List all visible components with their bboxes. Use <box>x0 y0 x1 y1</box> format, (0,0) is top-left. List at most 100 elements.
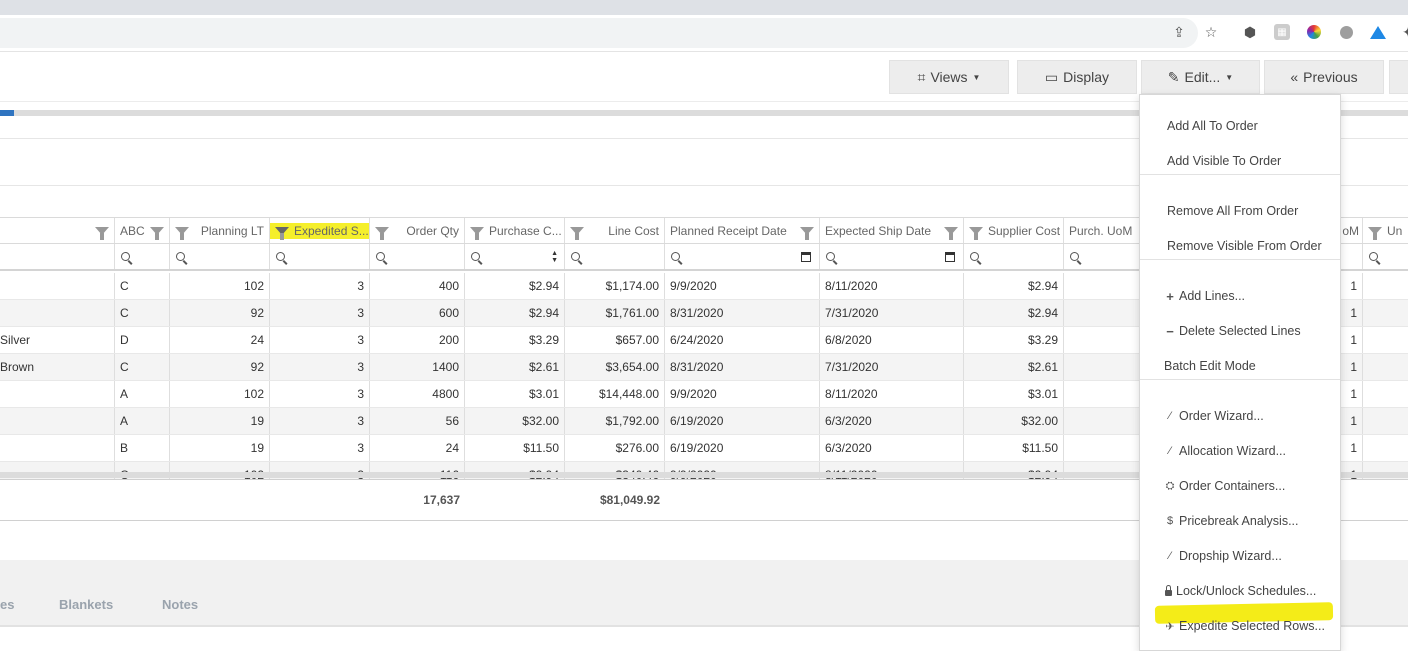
google-drive-icon[interactable] <box>1370 24 1386 40</box>
cell-line-cost[interactable]: $14,448.00 <box>565 381 665 407</box>
color-wheel-icon[interactable] <box>1306 24 1322 40</box>
spinner-icon[interactable]: ▲ ▼ <box>551 250 558 264</box>
cell-uom[interactable]: 1 <box>1341 354 1363 380</box>
cell-abc[interactable]: C <box>115 354 170 380</box>
filter-icon[interactable] <box>470 226 484 240</box>
header-planning-lt[interactable]: Planning LT <box>170 218 270 243</box>
cell-purchase-cost[interactable]: $2.94 <box>465 273 565 299</box>
cell-abc[interactable]: A <box>115 381 170 407</box>
cell-purchase-cost[interactable]: $3.01 <box>465 381 565 407</box>
address-bar[interactable] <box>0 18 1198 48</box>
header-expected-ship[interactable]: Expected Ship Date <box>820 218 964 243</box>
header-expedited[interactable]: Expedited S... <box>270 218 370 243</box>
cell-supplier-cost[interactable]: $32.00 <box>964 408 1064 434</box>
header-uom[interactable]: oM <box>1341 218 1363 243</box>
share-icon[interactable]: ⇪ <box>1171 24 1187 40</box>
filter-cell[interactable] <box>820 244 964 269</box>
filter-cell[interactable] <box>370 244 465 269</box>
tab-blankets[interactable]: Blankets <box>59 597 113 612</box>
cell-uom[interactable]: 1 <box>1341 435 1363 461</box>
filter-icon[interactable] <box>150 226 164 240</box>
previous-button[interactable]: « Previous <box>1264 60 1384 94</box>
menu-item-delete-selected-lines[interactable]: − Delete Selected Lines <box>1140 319 1340 343</box>
tab-partial[interactable]: es <box>0 597 14 612</box>
cell-order-qty[interactable]: 24 <box>370 435 465 461</box>
cell-description[interactable] <box>0 300 115 326</box>
header-order-qty[interactable]: Order Qty <box>370 218 465 243</box>
cell-purchase-cost[interactable]: $32.00 <box>465 408 565 434</box>
menu-item-batch-edit-mode[interactable]: Batch Edit Mode <box>1140 354 1340 378</box>
cell-supplier-cost[interactable]: $11.50 <box>964 435 1064 461</box>
extension-gear-icon[interactable]: ⬢ <box>1242 24 1258 40</box>
filter-icon[interactable] <box>375 226 389 240</box>
cell-uom[interactable]: 1 <box>1341 381 1363 407</box>
cell-planned-receipt[interactable]: 6/19/2020 <box>665 435 820 461</box>
cell-purchase-cost[interactable]: $3.29 <box>465 327 565 353</box>
filter-cell[interactable] <box>1341 244 1363 269</box>
cell-purchase-cost[interactable]: $11.50 <box>465 435 565 461</box>
cell-uom[interactable]: 1 <box>1341 273 1363 299</box>
header-purchase-cost[interactable]: Purchase C... <box>465 218 565 243</box>
cell-purchase-cost[interactable]: $2.61 <box>465 354 565 380</box>
filter-cell[interactable] <box>1064 244 1140 269</box>
menu-item-add-lines[interactable]: + Add Lines... <box>1140 284 1340 308</box>
cell-unit[interactable] <box>1363 300 1408 326</box>
menu-item-pricebreak-analysis[interactable]: $ Pricebreak Analysis... <box>1140 509 1340 533</box>
cell-expedited[interactable]: 3 <box>270 435 370 461</box>
cell-unit[interactable] <box>1363 273 1408 299</box>
cell-unit[interactable] <box>1363 408 1408 434</box>
cell-uom[interactable]: 1 <box>1341 408 1363 434</box>
cell-unit[interactable] <box>1363 354 1408 380</box>
cell-unit[interactable] <box>1363 381 1408 407</box>
cell-unit[interactable] <box>1363 327 1408 353</box>
filter-icon[interactable] <box>95 226 109 240</box>
header-line-cost[interactable]: Line Cost <box>565 218 665 243</box>
cell-supplier-cost[interactable]: $2.94 <box>964 300 1064 326</box>
bookmark-star-icon[interactable]: ☆ <box>1203 24 1219 40</box>
cell-expected-ship[interactable]: 7/31/2020 <box>820 300 964 326</box>
header-unit[interactable]: Un <box>1363 218 1408 243</box>
filter-icon[interactable] <box>969 226 983 240</box>
cell-expected-ship[interactable]: 6/3/2020 <box>820 435 964 461</box>
filter-cell[interactable] <box>115 244 170 269</box>
menu-item-add-all-to-order[interactable]: Add All To Order <box>1140 114 1340 138</box>
cell-unit[interactable] <box>1363 435 1408 461</box>
cell-purchase-cost[interactable]: $2.94 <box>465 300 565 326</box>
cell-description[interactable]: Brown <box>0 354 115 380</box>
cell-purch-uom[interactable] <box>1064 354 1140 380</box>
cell-planned-receipt[interactable]: 9/9/2020 <box>665 381 820 407</box>
menu-item-lock-unlock-schedules[interactable]: Lock/Unlock Schedules... <box>1140 579 1340 603</box>
display-button[interactable]: ▭ Display <box>1017 60 1137 94</box>
menu-item-order-containers[interactable]: ⛭ Order Containers... <box>1140 474 1340 498</box>
cell-expected-ship[interactable]: 8/11/2020 <box>820 273 964 299</box>
menu-item-add-visible-to-order[interactable]: Add Visible To Order <box>1140 149 1340 173</box>
cell-expected-ship[interactable]: 8/11/2020 <box>820 381 964 407</box>
filter-icon[interactable] <box>1368 226 1382 240</box>
filter-icon[interactable] <box>570 226 584 240</box>
cell-order-qty[interactable]: 200 <box>370 327 465 353</box>
cell-description[interactable] <box>0 381 115 407</box>
cell-line-cost[interactable]: $276.00 <box>565 435 665 461</box>
filter-cell[interactable]: ▲ ▼ <box>465 244 565 269</box>
cell-description[interactable] <box>0 408 115 434</box>
cell-planning-lt[interactable]: 102 <box>170 273 270 299</box>
cell-order-qty[interactable]: 1400 <box>370 354 465 380</box>
cell-planned-receipt[interactable]: 6/24/2020 <box>665 327 820 353</box>
cell-abc[interactable]: B <box>115 435 170 461</box>
filter-icon[interactable] <box>275 226 289 240</box>
cell-abc[interactable]: C <box>115 300 170 326</box>
calendar-icon[interactable] <box>945 251 955 262</box>
cell-planning-lt[interactable]: 92 <box>170 300 270 326</box>
filter-cell[interactable] <box>270 244 370 269</box>
menu-item-order-wizard[interactable]: ⁄ Order Wizard... <box>1140 404 1340 428</box>
cell-purch-uom[interactable] <box>1064 408 1140 434</box>
cell-order-qty[interactable]: 600 <box>370 300 465 326</box>
extension-icon[interactable]: ▦ <box>1274 24 1290 40</box>
cell-abc[interactable]: D <box>115 327 170 353</box>
cell-purch-uom[interactable] <box>1064 273 1140 299</box>
cell-supplier-cost[interactable]: $2.61 <box>964 354 1064 380</box>
cell-uom[interactable]: 1 <box>1341 327 1363 353</box>
cell-expedited[interactable]: 3 <box>270 327 370 353</box>
cell-abc[interactable]: C <box>115 273 170 299</box>
cell-description[interactable] <box>0 435 115 461</box>
